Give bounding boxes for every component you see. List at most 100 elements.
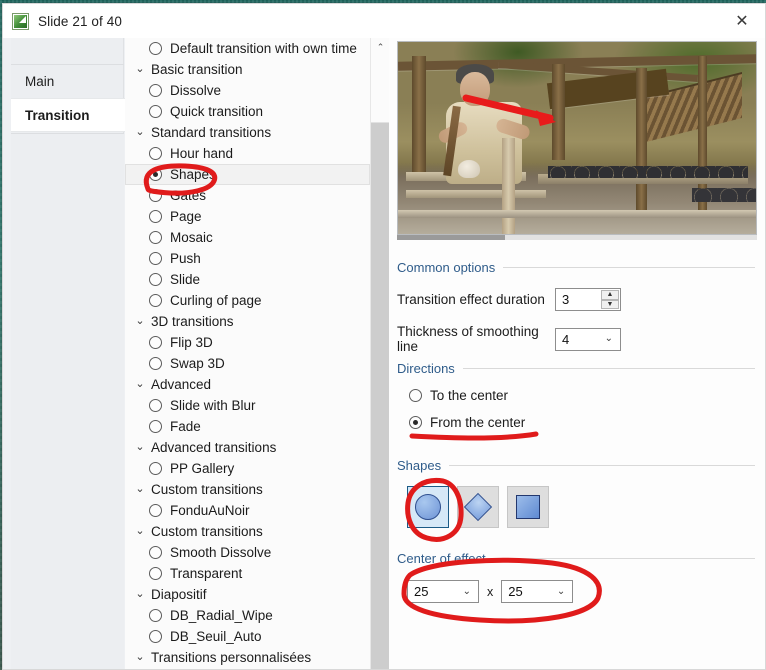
scrollbar-track[interactable]	[371, 124, 390, 669]
shape-button-square[interactable]	[507, 486, 549, 528]
transition-item-row[interactable]: FonduAuNoir	[125, 500, 370, 521]
transition-list-scrollbar[interactable]: ⌃	[370, 38, 390, 669]
chevron-down-icon[interactable]: ⌄	[133, 589, 147, 600]
radio-icon[interactable]	[149, 399, 162, 412]
radio-icon[interactable]	[149, 357, 162, 370]
radio-icon[interactable]	[149, 567, 162, 580]
radio-icon-selected[interactable]	[149, 168, 162, 181]
transition-item-row[interactable]: Fade	[125, 416, 370, 437]
diamond-shape-icon	[463, 492, 493, 522]
direction-option-to-the-center[interactable]: To the center	[397, 388, 755, 403]
transition-row-label: Advanced	[151, 377, 212, 392]
center-x-select[interactable]: 25 ⌄	[407, 580, 479, 603]
transition-item-row[interactable]: Hour hand	[125, 143, 370, 164]
transition-row-label: 3D transitions	[151, 314, 234, 329]
transition-group-row[interactable]: ⌄ 3D transitions	[125, 311, 370, 332]
tab-transition[interactable]: Transition	[11, 98, 132, 132]
radio-icon[interactable]	[149, 336, 162, 349]
chevron-down-icon[interactable]: ⌄	[133, 316, 147, 327]
section-header: Common options	[397, 260, 755, 275]
transition-row-label: Fade	[170, 419, 201, 434]
transition-row-label: Hour hand	[170, 146, 234, 161]
chevron-down-icon[interactable]: ⌄	[133, 64, 147, 75]
transition-group-row[interactable]: ⌄ Basic transition	[125, 59, 370, 80]
radio-icon[interactable]	[149, 462, 162, 475]
transition-item-row[interactable]: Gates	[125, 185, 370, 206]
common-options-title: Common options	[397, 260, 496, 275]
transition-item-row[interactable]: Dissolve	[125, 80, 370, 101]
transition-item-row[interactable]: Flip 3D	[125, 332, 370, 353]
scrollbar-thumb[interactable]	[371, 56, 390, 123]
transition-list[interactable]: Default transition with own time ⌄ Basic t…	[125, 38, 370, 669]
transition-item-row[interactable]: Page	[125, 206, 370, 227]
radio-icon[interactable]	[149, 294, 162, 307]
tab-main[interactable]: Main	[11, 65, 124, 97]
transition-group-row[interactable]: ⌄ Transitions personnalisées	[125, 647, 370, 668]
close-icon[interactable]: ✕	[719, 4, 765, 38]
transition-item-row[interactable]: Default transition with own time	[125, 38, 370, 59]
spinner-down-icon[interactable]: ▼	[601, 299, 619, 309]
radio-icon[interactable]	[149, 231, 162, 244]
spinner-up-icon[interactable]: ▲	[601, 290, 619, 300]
preview-scrollbar-thumb[interactable]	[397, 235, 505, 240]
duration-stepper[interactable]: 3 ▲ ▼	[555, 288, 621, 311]
section-header: Directions	[397, 361, 755, 376]
chevron-down-icon[interactable]: ⌄	[133, 526, 147, 537]
duration-row: Transition effect duration 3 ▲ ▼	[397, 288, 755, 311]
preview-scrollbar[interactable]	[397, 235, 757, 240]
radio-icon[interactable]	[149, 84, 162, 97]
circle-shape-icon	[415, 494, 441, 520]
shape-button-diamond[interactable]	[457, 486, 499, 528]
center-y-select[interactable]: 25 ⌄	[501, 580, 574, 603]
transition-item-row[interactable]: DB_Radial_Wipe	[125, 605, 370, 626]
option-label: To the center	[430, 388, 509, 403]
scroll-up-icon[interactable]: ⌃	[371, 38, 390, 56]
transition-group-row[interactable]: ⌄ Standard transitions	[125, 122, 370, 143]
chevron-down-icon[interactable]: ⌄	[133, 127, 147, 138]
radio-icon[interactable]	[149, 609, 162, 622]
chevron-down-icon[interactable]: ⌄	[133, 652, 147, 663]
transition-item-row[interactable]: PP Gallery	[125, 458, 370, 479]
radio-icon[interactable]	[149, 420, 162, 433]
transition-item-row[interactable]: Transparent	[125, 563, 370, 584]
directions-section: Directions To the center From the center	[397, 361, 755, 430]
shapes-section: Shapes	[397, 458, 755, 528]
radio-icon[interactable]	[149, 546, 162, 559]
radio-icon[interactable]	[149, 273, 162, 286]
center-of-effect-title: Center of effect	[397, 551, 486, 566]
center-x-value: 25	[414, 584, 429, 599]
transition-group-row[interactable]: ⌄ Custom transitions	[125, 479, 370, 500]
transition-item-row[interactable]: Push	[125, 248, 370, 269]
chevron-down-icon[interactable]: ⌄	[133, 379, 147, 390]
transition-group-row[interactable]: ⌄ Advanced transitions	[125, 437, 370, 458]
radio-icon[interactable]	[149, 504, 162, 517]
transition-item-row[interactable]: DB_Seuil_Auto	[125, 626, 370, 647]
direction-option-from-the-center[interactable]: From the center	[397, 415, 755, 430]
radio-icon[interactable]	[149, 105, 162, 118]
transition-item-row[interactable]: Curling of page	[125, 290, 370, 311]
chevron-down-icon[interactable]: ⌄	[133, 442, 147, 453]
radio-icon[interactable]	[149, 147, 162, 160]
transition-row-label: Basic transition	[151, 62, 243, 77]
transition-item-row[interactable]: Mosaic	[125, 227, 370, 248]
radio-icon[interactable]	[149, 630, 162, 643]
tab-strip-filler	[11, 133, 124, 669]
thickness-select[interactable]: 4 ⌄	[555, 327, 621, 351]
radio-icon[interactable]	[149, 42, 162, 55]
slide-properties-window: Slide 21 of 40 ✕ Main Transition Default…	[2, 3, 766, 670]
radio-icon[interactable]	[149, 189, 162, 202]
transition-group-row[interactable]: ⌄ Diapositif	[125, 584, 370, 605]
transition-item-row-selected[interactable]: Shapes	[125, 164, 370, 185]
chevron-down-icon[interactable]: ⌄	[133, 484, 147, 495]
transition-preview[interactable]	[397, 41, 757, 235]
transition-item-row[interactable]: Slide with Blur	[125, 395, 370, 416]
radio-icon[interactable]	[149, 210, 162, 223]
transition-group-row[interactable]: ⌄ Custom transitions	[125, 521, 370, 542]
transition-group-row[interactable]: ⌄ Advanced	[125, 374, 370, 395]
radio-icon[interactable]	[149, 252, 162, 265]
transition-item-row[interactable]: Slide	[125, 269, 370, 290]
transition-item-row[interactable]: Swap 3D	[125, 353, 370, 374]
shape-button-circle[interactable]	[407, 486, 449, 528]
transition-item-row[interactable]: Smooth Dissolve	[125, 542, 370, 563]
transition-item-row[interactable]: Quick transition	[125, 101, 370, 122]
